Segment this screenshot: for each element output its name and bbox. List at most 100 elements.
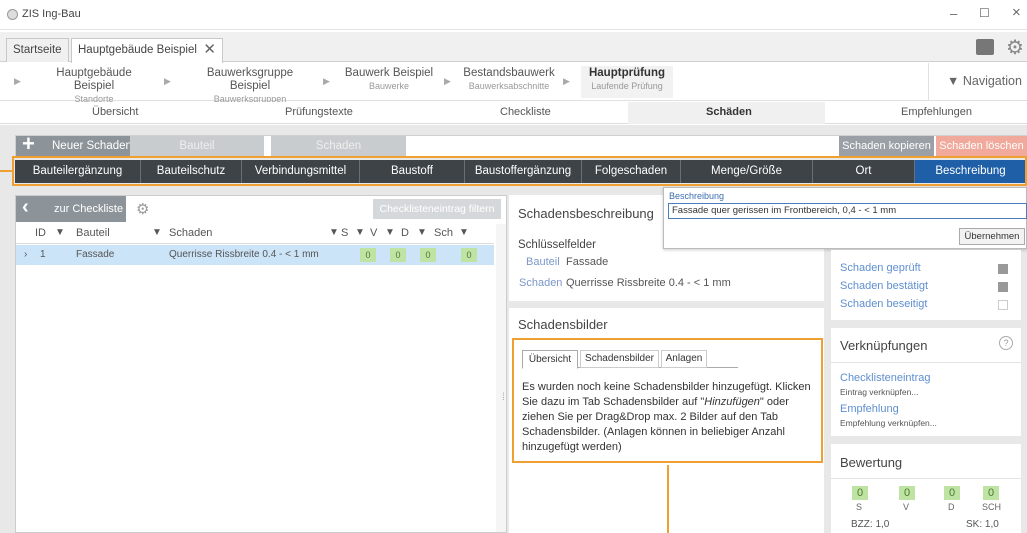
empfehlung-sub[interactable]: Empfehlung verknüpfen... bbox=[840, 418, 937, 428]
tab-uebersicht[interactable]: Übersicht bbox=[92, 106, 138, 118]
navigation-dropdown[interactable]: ▼ Navigation bbox=[928, 63, 1027, 100]
col-sch[interactable]: Sch bbox=[434, 227, 453, 239]
col-id[interactable]: ID bbox=[35, 227, 46, 239]
tab-bilder-anlagen[interactable]: Anlagen bbox=[661, 350, 707, 368]
filter-icon[interactable]: ▼ bbox=[355, 227, 365, 238]
description-title: Schadensbeschreibung bbox=[518, 206, 654, 221]
col-bauteil[interactable]: Bauteil bbox=[76, 227, 110, 239]
breadcrumb-item-current[interactable]: Hauptprüfung Laufende Prüfung bbox=[581, 66, 673, 98]
status-geprueft-label: Schaden geprüft bbox=[840, 262, 921, 274]
checklisteneintrag-sub[interactable]: Eintrag verknüpfen... bbox=[840, 387, 918, 397]
crumb-sub: Bauwerke bbox=[368, 81, 410, 91]
title-bar: ZIS Ing-Bau – ☐ × bbox=[0, 0, 1027, 30]
filter-icon[interactable]: ▼ bbox=[385, 227, 395, 238]
bauteil-button[interactable]: Bauteil bbox=[130, 136, 264, 156]
tab-bilder-uebersicht[interactable]: Übersicht bbox=[522, 350, 578, 369]
col-d[interactable]: D bbox=[401, 227, 409, 239]
crumb-title: Hauptprüfung bbox=[588, 67, 665, 79]
crumb-title: Bauwerksgruppe Beispiel bbox=[206, 67, 294, 92]
schaden-button[interactable]: Schaden bbox=[271, 136, 406, 156]
filter-icon[interactable]: ▼ bbox=[329, 227, 339, 238]
filter-icon[interactable]: ▼ bbox=[417, 227, 427, 238]
breadcrumb-item[interactable]: Bestandsbauwerk Bauwerksabschnitte bbox=[463, 67, 555, 93]
status-panel: Schaden geprüft Schaden bestätigt Schade… bbox=[831, 250, 1021, 320]
chevron-right-icon: ▶ bbox=[164, 76, 171, 86]
tab-schaeden[interactable]: Schäden bbox=[706, 106, 752, 118]
divider bbox=[831, 478, 1021, 479]
col-schaden[interactable]: Schaden bbox=[169, 227, 212, 239]
checklisteneintrag-link[interactable]: Checklisteneintrag bbox=[840, 372, 931, 384]
minimize-button[interactable]: – bbox=[950, 6, 957, 21]
crumb-sub: Bauwerksabschnitte bbox=[468, 81, 550, 91]
toolbar: + Neuer Schaden Bauteil Schaden Schaden … bbox=[15, 131, 1027, 157]
chevron-right-icon: ▶ bbox=[323, 76, 330, 86]
images-title: Schadensbilder bbox=[518, 317, 608, 332]
bauteil-label: Bauteil bbox=[526, 256, 560, 268]
cell-schaden: Querrisse Rissbreite 0.4 - < 1 mm bbox=[169, 249, 319, 260]
filter-icon[interactable]: ▼ bbox=[55, 227, 65, 238]
images-info-text: Es wurden noch keine Schadensbilder hinz… bbox=[522, 380, 818, 455]
rating-panel: Bewertung 0 S 0 V 0 D 0 SCH BZZ: 1,0 SK:… bbox=[831, 444, 1021, 533]
neuer-schaden-button[interactable]: + Neuer Schaden bbox=[16, 131, 141, 156]
help-icon[interactable]: ? bbox=[999, 336, 1013, 350]
breadcrumb-item[interactable]: Bauwerk Beispiel Bauwerke bbox=[344, 67, 434, 93]
tab-label: Hauptgebäude Beispiel bbox=[78, 44, 197, 56]
status-bestaetigt-checkbox[interactable] bbox=[998, 282, 1008, 292]
breadcrumb-item[interactable]: Hauptgebäude Beispiel Standorte bbox=[36, 67, 152, 106]
plus-icon: + bbox=[22, 131, 35, 156]
filter-icon[interactable]: ▼ bbox=[152, 227, 162, 238]
tab-empfehlungen[interactable]: Empfehlungen bbox=[901, 106, 972, 118]
description-value: Fassade quer gerissen im Frontbereich, 0… bbox=[672, 205, 897, 216]
filter-button[interactable]: Checklisteneintrag filtern bbox=[373, 199, 501, 219]
links-panel: Verknüpfungen ? Checklisteneintrag Eintr… bbox=[831, 328, 1021, 436]
bauteil-label: Bauteil bbox=[179, 140, 215, 152]
rating-sch-value: 0 bbox=[983, 486, 999, 500]
key-fields-label: Schlüsselfelder bbox=[518, 239, 596, 251]
callout-line bbox=[0, 170, 12, 172]
status-beseitigt-checkbox[interactable] bbox=[998, 300, 1008, 310]
description-input[interactable]: Fassade quer gerissen im Frontbereich, 0… bbox=[668, 203, 1027, 219]
uebernehmen-label: Übernehmen bbox=[964, 231, 1020, 242]
status-bestaetigt-label: Schaden bestätigt bbox=[840, 280, 929, 292]
window-title: ZIS Ing-Bau bbox=[22, 8, 81, 20]
schaden-label: Schaden bbox=[519, 277, 563, 289]
col-v[interactable]: V bbox=[370, 227, 377, 239]
breadcrumb: ▶ Hauptgebäude Beispiel Standorte ▶ Bauwe… bbox=[0, 63, 1027, 104]
tab-startseite[interactable]: Startseite bbox=[6, 38, 69, 62]
tab-pruefungstexte[interactable]: Prüfungstexte bbox=[285, 106, 353, 118]
back-button[interactable]: ‹ zur Checkliste bbox=[16, 196, 126, 222]
settings-icon[interactable]: ⚙ bbox=[136, 200, 149, 218]
status-beseitigt-label: Schaden beseitigt bbox=[840, 298, 928, 310]
chevron-right-icon: ▶ bbox=[444, 76, 451, 86]
maximize-button[interactable]: ☐ bbox=[979, 6, 990, 20]
schaden-kopieren-button[interactable]: Schaden kopieren bbox=[839, 136, 934, 156]
gear-icon[interactable]: ⚙ bbox=[1006, 35, 1024, 60]
row-expand-icon[interactable]: › bbox=[24, 249, 27, 260]
breadcrumb-item[interactable]: Bauwerksgruppe Beispiel Bauwerksgruppen bbox=[187, 67, 313, 106]
print-icon[interactable] bbox=[976, 39, 994, 55]
tab-checkliste[interactable]: Checkliste bbox=[500, 106, 551, 118]
filter-label: Checklisteneintrag filtern bbox=[379, 203, 495, 215]
tab-bar: Startseite Hauptgebäude Beispiel ✕ ⚙ bbox=[0, 32, 1027, 63]
table-row[interactable]: › 1 Fassade Querrisse Rissbreite 0.4 - <… bbox=[16, 245, 494, 265]
rating-s-value: 0 bbox=[852, 486, 868, 500]
tab-hauptgebaeude[interactable]: Hauptgebäude Beispiel ✕ bbox=[71, 38, 223, 63]
splitter-handle[interactable]: ⁞ bbox=[502, 392, 505, 403]
rating-d-label: D bbox=[948, 502, 955, 512]
damage-list-panel: ‹ zur Checkliste ⚙ Checklisteneintrag fi… bbox=[15, 195, 507, 533]
close-tab-icon[interactable]: ✕ bbox=[203, 39, 216, 61]
close-button[interactable]: × bbox=[1012, 4, 1021, 21]
uebernehmen-button[interactable]: Übernehmen bbox=[959, 228, 1025, 245]
tab-bilder-schadensbilder[interactable]: Schadensbilder bbox=[580, 350, 659, 368]
bauteil-value: Fassade bbox=[566, 256, 609, 268]
col-s[interactable]: S bbox=[341, 227, 348, 239]
scrollbar[interactable] bbox=[496, 224, 506, 532]
schaden-loeschen-button[interactable]: Schaden löschen bbox=[936, 136, 1027, 156]
cell-d: 0 bbox=[420, 248, 436, 262]
filter-icon[interactable]: ▼ bbox=[459, 227, 469, 238]
info-text-em: Hinzufügen bbox=[704, 396, 760, 408]
divider bbox=[831, 362, 1021, 363]
status-geprueft-checkbox[interactable] bbox=[998, 264, 1008, 274]
kopieren-label: Schaden kopieren bbox=[842, 140, 931, 152]
empfehlung-link[interactable]: Empfehlung bbox=[840, 403, 899, 415]
